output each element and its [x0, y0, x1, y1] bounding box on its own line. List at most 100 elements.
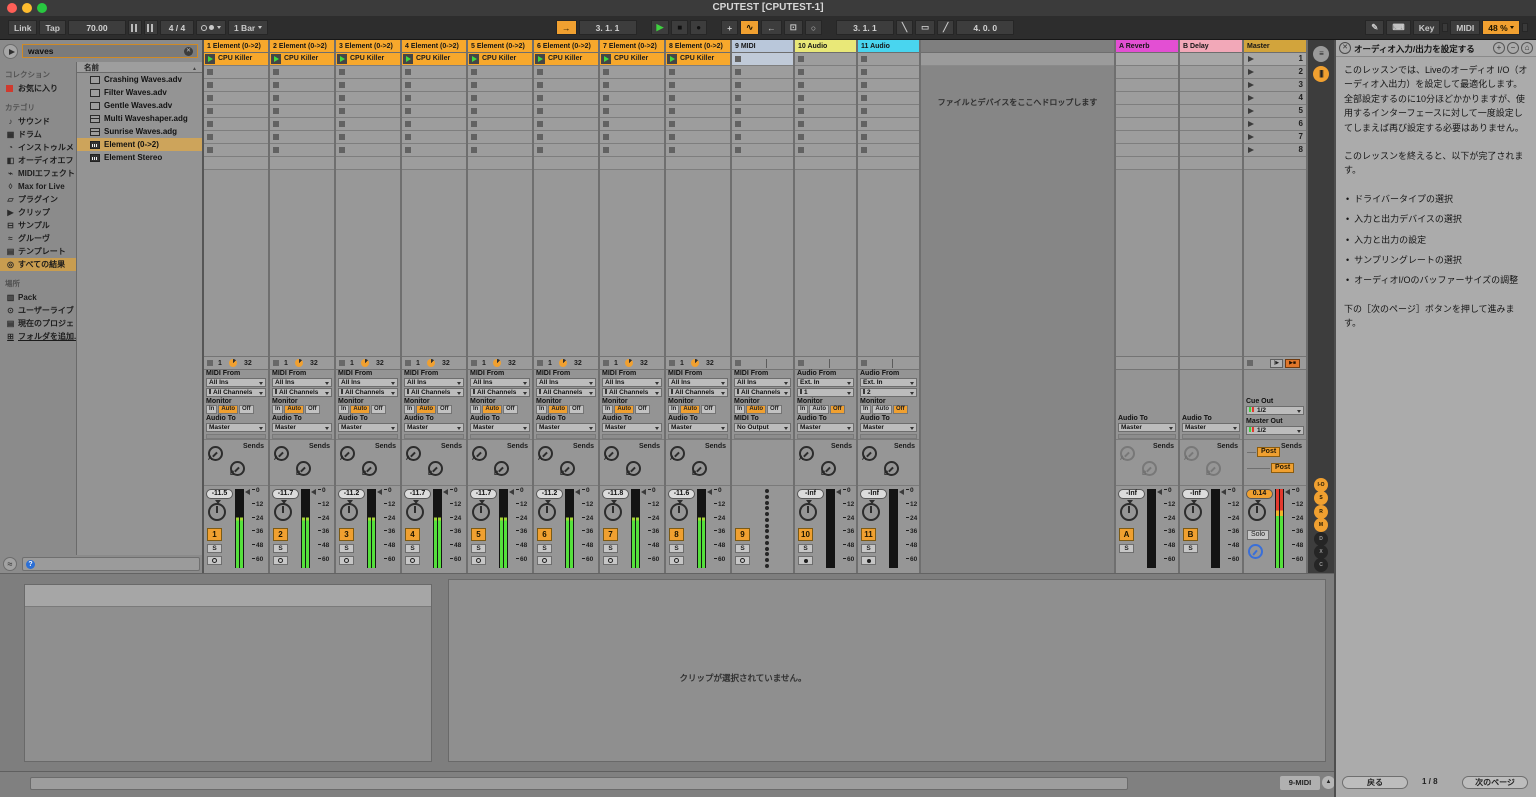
- master-stop-icon[interactable]: [1247, 360, 1253, 366]
- track-4-monitor-auto-button[interactable]: Auto: [416, 405, 436, 414]
- cue-out-select[interactable]: 1/2: [1246, 406, 1304, 415]
- track-2-pan-knob[interactable]: [274, 503, 292, 521]
- track-2-stop-icon[interactable]: [273, 360, 279, 366]
- track-3-slot-3[interactable]: [336, 79, 400, 92]
- track-8-monitor-in-button[interactable]: In: [668, 405, 679, 414]
- track-1-solo-button[interactable]: S: [207, 544, 222, 553]
- track-3-monitor-off-button[interactable]: Off: [371, 405, 386, 414]
- track-3-channel-select[interactable]: All Channels: [338, 388, 398, 397]
- master-volume-display[interactable]: 0.14: [1246, 489, 1273, 499]
- track-1-arm-button[interactable]: [207, 556, 222, 565]
- track-5-pan-knob[interactable]: [472, 503, 490, 521]
- punch-in-button[interactable]: ╲: [896, 20, 913, 35]
- sidebar-item-midi-effects[interactable]: ⌁MIDIエフェクト: [0, 167, 76, 180]
- scene-3[interactable]: 3: [1244, 79, 1306, 92]
- track-6-output-select[interactable]: Master: [536, 423, 596, 432]
- track-4-slot-3[interactable]: [402, 79, 466, 92]
- track-5-monitor-in-button[interactable]: In: [470, 405, 481, 414]
- track-5-stop-icon[interactable]: [471, 360, 477, 366]
- track-10-send-a-knob[interactable]: A: [799, 446, 814, 461]
- return-a-activator-button[interactable]: A: [1119, 528, 1134, 541]
- track-7-slot-4[interactable]: [600, 92, 664, 105]
- track-11-slot-3[interactable]: [858, 79, 919, 92]
- track-1-monitor-in-button[interactable]: In: [206, 405, 217, 414]
- track-8-header[interactable]: 8 Element (0->2): [666, 40, 730, 53]
- track-6-header[interactable]: 6 Element (0->2): [534, 40, 598, 53]
- track-4-solo-button[interactable]: S: [405, 544, 420, 553]
- track-9-solo-button[interactable]: S: [735, 544, 750, 553]
- track-3-pan-knob[interactable]: [340, 503, 358, 521]
- track-11-solo-button[interactable]: S: [861, 544, 876, 553]
- track-2-monitor-in-button[interactable]: In: [272, 405, 283, 414]
- track-6-input-select[interactable]: All Ins: [536, 378, 596, 387]
- track-9-arm-button[interactable]: [735, 556, 750, 565]
- track-7-send-b-knob[interactable]: B: [626, 461, 641, 476]
- track-7-monitor-auto-button[interactable]: Auto: [614, 405, 634, 414]
- sidebar-item-sounds[interactable]: ♪サウンド: [0, 115, 76, 128]
- track-3-fader-handle[interactable]: [377, 489, 382, 495]
- track-6-slot-2[interactable]: [534, 66, 598, 79]
- file-list-item[interactable]: Element Stereo: [77, 151, 202, 164]
- sidebar-item-plugins[interactable]: ▱プラグイン: [0, 193, 76, 206]
- track-4-slot-7[interactable]: [402, 131, 466, 144]
- master-pan-knob[interactable]: [1248, 503, 1266, 521]
- file-list-item[interactable]: Multi Waveshaper.adg: [77, 112, 202, 125]
- return-a-send-a-knob[interactable]: A: [1120, 446, 1135, 461]
- track-2-slot-6[interactable]: [270, 118, 334, 131]
- loop-length-display[interactable]: 4. 0. 0: [956, 20, 1014, 35]
- track-3-header[interactable]: 3 Element (0->2): [336, 40, 400, 53]
- track-4-slot-6[interactable]: [402, 118, 466, 131]
- master-out-select[interactable]: 1/2: [1246, 426, 1304, 435]
- track-5-input-select[interactable]: All Ins: [470, 378, 530, 387]
- track-6-channel-select[interactable]: All Channels: [536, 388, 596, 397]
- track-6-send-b-knob[interactable]: B: [560, 461, 575, 476]
- play-button[interactable]: ▶: [651, 20, 670, 35]
- track-8-pan-knob[interactable]: [670, 503, 688, 521]
- track-6-slot-3[interactable]: [534, 79, 598, 92]
- track-6-solo-button[interactable]: S: [537, 544, 552, 553]
- help-bar[interactable]: ?: [22, 557, 200, 571]
- file-list-item[interactable]: Sunrise Waves.adg: [77, 125, 202, 138]
- track-11-slot-8[interactable]: [858, 144, 919, 157]
- close-lesson-icon[interactable]: ✕: [1339, 42, 1351, 54]
- show-s-section-toggle[interactable]: S: [1314, 491, 1328, 505]
- track-9-header[interactable]: 9 MIDI: [732, 40, 793, 53]
- track-5-slot-3[interactable]: [468, 79, 532, 92]
- scene-play-icon[interactable]: [1248, 147, 1254, 153]
- track-1-pan-knob[interactable]: [208, 503, 226, 521]
- track-5-arm-button[interactable]: [471, 556, 486, 565]
- sidebar-item-current-project[interactable]: ▤現在のプロジェ: [0, 317, 76, 330]
- scene-play-icon[interactable]: [1248, 108, 1254, 114]
- track-3-monitor-auto-button[interactable]: Auto: [350, 405, 370, 414]
- track-9-slot-4[interactable]: [732, 92, 793, 105]
- session-view-toggle[interactable]: |||: [1313, 66, 1329, 82]
- track-1-header[interactable]: 1 Element (0->2): [204, 40, 268, 53]
- track-7-fader-handle[interactable]: [641, 489, 646, 495]
- sidebar-item-all-results[interactable]: ◎すべての結果: [0, 258, 76, 271]
- track-7-send-a-knob[interactable]: A: [604, 446, 619, 461]
- back-to-arrangement-button[interactable]: |▶: [1270, 359, 1283, 368]
- track-1-slot-9[interactable]: [204, 157, 268, 170]
- track-4-activator-button[interactable]: 4: [405, 528, 420, 541]
- track-5-monitor-auto-button[interactable]: Auto: [482, 405, 502, 414]
- overdub-button[interactable]: +: [721, 20, 738, 35]
- track-4-volume-display[interactable]: -11.7: [404, 489, 431, 499]
- track-6-volume-display[interactable]: -11.2: [536, 489, 563, 499]
- track-3-volume-display[interactable]: -11.2: [338, 489, 365, 499]
- track-2-slot-2[interactable]: [270, 66, 334, 79]
- cpu-load-meter[interactable]: 48 %: [1482, 20, 1520, 35]
- track-7-slot-5[interactable]: [600, 105, 664, 118]
- track-2-slot-8[interactable]: [270, 144, 334, 157]
- track-8-stop-icon[interactable]: [669, 360, 675, 366]
- sidebar-item-max-for-live[interactable]: ◊Max for Live: [0, 180, 76, 193]
- track-4-slot-4[interactable]: [402, 92, 466, 105]
- track-8-volume-display[interactable]: -11.6: [668, 489, 695, 499]
- track-10-pan-knob[interactable]: [799, 503, 817, 521]
- track-5-monitor-off-button[interactable]: Off: [503, 405, 518, 414]
- track-5-send-b-knob[interactable]: B: [494, 461, 509, 476]
- track-3-input-select[interactable]: All Ins: [338, 378, 398, 387]
- track-10-stop-icon[interactable]: [798, 360, 804, 366]
- track-8-slot-6[interactable]: [666, 118, 730, 131]
- track-8-slot-4[interactable]: [666, 92, 730, 105]
- track-11-monitor-in-button[interactable]: In: [860, 405, 871, 414]
